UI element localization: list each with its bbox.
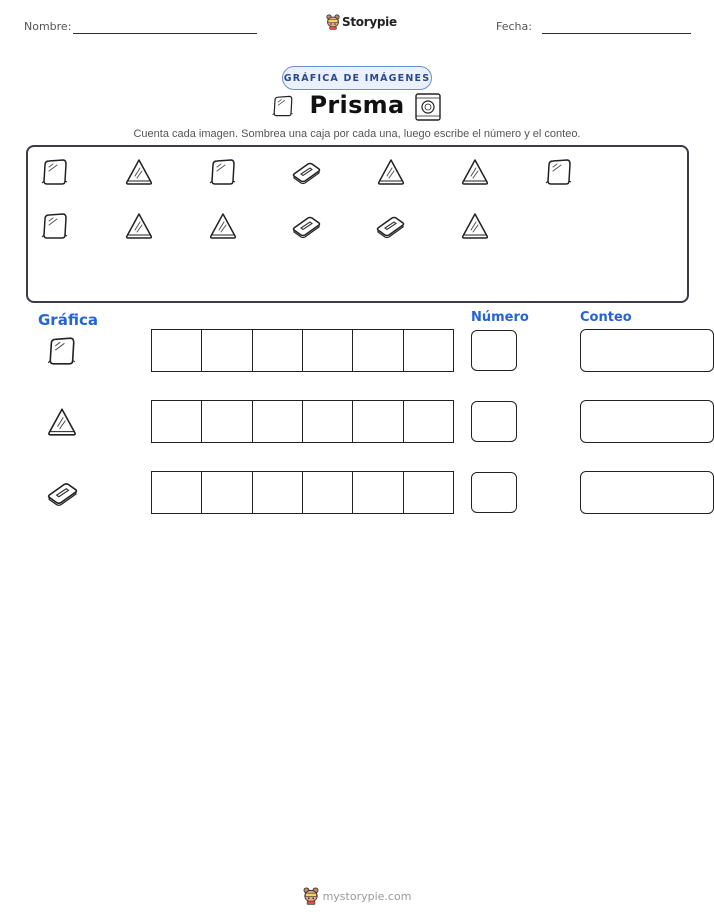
tally-box[interactable] xyxy=(202,330,253,371)
tally-box[interactable] xyxy=(353,401,404,442)
tally-box[interactable] xyxy=(152,401,203,442)
tally-box[interactable] xyxy=(202,472,253,513)
worksheet-type-badge: GRÁFICA DE IMÁGENES xyxy=(282,66,432,90)
number-box[interactable] xyxy=(471,401,517,442)
tally-box[interactable] xyxy=(152,472,203,513)
trapezoid-prism-icon xyxy=(41,159,68,185)
tally-box[interactable] xyxy=(404,472,453,513)
number-box[interactable] xyxy=(471,330,517,371)
triangular-prism-icon xyxy=(461,159,489,185)
tally-box[interactable] xyxy=(353,330,404,371)
number-box[interactable] xyxy=(471,472,517,513)
triangular-prism-icon xyxy=(48,408,76,436)
triangular-prism-icon xyxy=(125,213,153,239)
page-title: Prisma xyxy=(309,91,405,119)
tally-box[interactable] xyxy=(253,330,303,371)
count-box[interactable] xyxy=(580,471,714,514)
hexagonal-prism-icon xyxy=(415,93,441,121)
brand-logo: Storypie xyxy=(326,14,397,30)
footer: mystorypie.com xyxy=(0,887,714,905)
picture-box xyxy=(26,145,689,303)
count-box[interactable] xyxy=(580,329,714,372)
number-header: Número xyxy=(471,310,529,325)
tally-box[interactable] xyxy=(303,401,354,442)
count-header: Conteo xyxy=(580,310,632,325)
tally-box[interactable] xyxy=(303,472,354,513)
date-label: Fecha: xyxy=(496,20,532,33)
graph-title: Gráfica xyxy=(38,311,98,329)
footer-link[interactable]: mystorypie.com xyxy=(323,890,412,903)
rectangular-prism-icon xyxy=(376,216,405,239)
brand-name: Storypie xyxy=(342,15,397,29)
rectangular-prism-icon xyxy=(292,216,321,239)
tally-row xyxy=(151,471,454,514)
rectangular-prism-icon xyxy=(47,483,78,507)
date-field[interactable] xyxy=(542,33,691,34)
tally-box[interactable] xyxy=(303,330,354,371)
triangular-prism-icon xyxy=(209,213,237,239)
tally-box[interactable] xyxy=(152,330,203,371)
bear-mascot-icon xyxy=(303,887,319,905)
bear-mascot-icon xyxy=(326,14,340,30)
tally-box[interactable] xyxy=(404,401,453,442)
trapezoid-prism-icon xyxy=(41,213,68,239)
triangular-prism-icon xyxy=(125,159,153,185)
trapezoid-prism-icon xyxy=(47,337,76,365)
tally-box[interactable] xyxy=(253,401,303,442)
tally-box[interactable] xyxy=(253,472,303,513)
tally-box[interactable] xyxy=(202,401,253,442)
tally-box[interactable] xyxy=(404,330,453,371)
tally-row xyxy=(151,329,454,372)
trapezoid-prism-icon xyxy=(209,159,236,185)
triangular-prism-icon xyxy=(461,213,489,239)
count-box[interactable] xyxy=(580,400,714,443)
name-label: Nombre: xyxy=(24,20,72,33)
trapezoid-prism-icon xyxy=(545,159,572,185)
triangular-prism-icon xyxy=(377,159,405,185)
rectangular-prism-icon xyxy=(292,162,321,185)
name-field[interactable] xyxy=(73,33,257,34)
tally-box[interactable] xyxy=(353,472,404,513)
instructions: Cuenta cada imagen. Sombrea una caja por… xyxy=(133,128,581,140)
tally-row xyxy=(151,400,454,443)
